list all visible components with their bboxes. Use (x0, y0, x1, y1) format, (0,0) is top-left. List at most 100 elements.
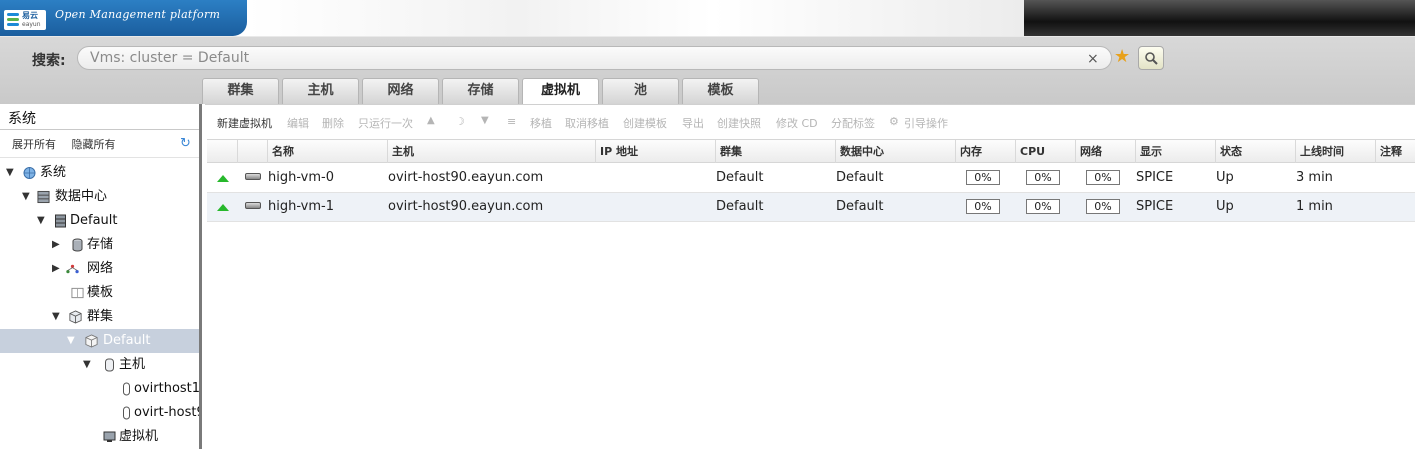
tree-item-host-ovirthost1[interactable]: ovirthost1-p (0, 377, 199, 401)
tree-item-label: 系统 (40, 165, 67, 180)
vm-datacenter: Default (836, 170, 884, 185)
vm-name: high-vm-0 (268, 170, 335, 185)
run-once-button[interactable]: 只运行一次 (358, 115, 413, 131)
expand-toggle-icon[interactable]: ▶ (52, 233, 60, 257)
stop-icon[interactable]: ≡ (507, 115, 516, 128)
system-globe-icon (23, 167, 36, 179)
vm-cluster: Default (716, 199, 764, 214)
vm-main-panel: 新建虚拟机 编辑 删除 只运行一次 ▲ ☽ ▼ ≡ 移植 取消移植 创建模板 导… (205, 104, 1415, 449)
tree-item-storage[interactable]: ▶ 存储 (0, 233, 199, 257)
shutdown-icon[interactable]: ▼ (481, 115, 489, 126)
vm-server-icon (245, 202, 261, 209)
collapse-toggle-icon[interactable]: ▼ (37, 209, 45, 233)
expand-all-link[interactable]: 展开所有 (12, 138, 56, 151)
search-input[interactable]: Vms: cluster = Default (77, 46, 1112, 70)
assign-tags-button[interactable]: 分配标签 (831, 115, 875, 131)
tab-networks[interactable]: 网络 (362, 78, 439, 104)
tree-item-clusters[interactable]: ▼ 群集 (0, 305, 199, 329)
tab-hosts[interactable]: 主机 (282, 78, 359, 104)
tab-virtual-machines[interactable]: 虚拟机 (522, 78, 599, 105)
column-header-memory[interactable]: 内存 (955, 140, 1015, 163)
tree-item-cluster-default[interactable]: ▼ Default (0, 329, 199, 353)
cpu-usage: 0% (1026, 170, 1060, 185)
tree-panel-title: 系统 (8, 111, 36, 127)
type-column-header[interactable] (237, 140, 267, 163)
collapse-toggle-icon[interactable]: ▼ (83, 353, 91, 377)
column-header-status[interactable]: 状态 (1215, 140, 1295, 163)
vm-name: high-vm-1 (268, 199, 335, 214)
column-header-cpu[interactable]: CPU (1015, 140, 1075, 163)
column-header-ip[interactable]: IP 地址 (595, 140, 715, 163)
table-row[interactable]: high-vm-1 ovirt-host90.eayun.com Default… (207, 193, 1415, 222)
migrate-button[interactable]: 移植 (530, 115, 552, 131)
search-icon (1145, 52, 1158, 65)
refresh-icon[interactable]: ↻ (180, 136, 191, 151)
run-icon[interactable]: ▲ (427, 115, 435, 126)
edit-button[interactable]: 编辑 (287, 115, 309, 131)
tree-item-templates[interactable]: 模板 (0, 281, 199, 305)
platform-title: Open Management platform (55, 8, 221, 21)
collapse-all-link[interactable]: 隐藏所有 (72, 138, 116, 151)
tree-item-datacenters[interactable]: ▼ 数据中心 (0, 185, 199, 209)
tree-item-networks[interactable]: ▶ 网络 (0, 257, 199, 281)
column-header-datacenter[interactable]: 数据中心 (835, 140, 955, 163)
tab-templates[interactable]: 模板 (682, 78, 759, 104)
expand-toggle-icon[interactable]: ▶ (52, 257, 60, 281)
tree-item-vms[interactable]: 虚拟机 (0, 425, 199, 449)
remove-button[interactable]: 删除 (322, 115, 344, 131)
vm-group-icon (103, 431, 116, 442)
clear-search-icon[interactable]: × (1087, 51, 1099, 67)
create-snapshot-button[interactable]: 创建快照 (717, 115, 761, 131)
tree-item-label: 群集 (87, 309, 114, 324)
column-header-name[interactable]: 名称 (267, 140, 387, 163)
column-header-network[interactable]: 网络 (1075, 140, 1135, 163)
tab-storage[interactable]: 存储 (442, 78, 519, 104)
export-button[interactable]: 导出 (682, 115, 704, 131)
network-icon (66, 264, 79, 274)
status-column-header[interactable] (207, 140, 237, 163)
cancel-migrate-button[interactable]: 取消移植 (565, 115, 609, 131)
cluster-icon (69, 310, 82, 324)
vm-uptime: 3 min (1296, 170, 1333, 185)
column-header-display[interactable]: 显示 (1135, 140, 1215, 163)
guide-me-icon: ⚙ (889, 115, 899, 128)
search-button[interactable] (1138, 46, 1164, 70)
status-up-icon (217, 175, 229, 182)
tree-item-system[interactable]: ▼ 系统 (0, 161, 199, 185)
tab-clusters[interactable]: 群集 (202, 78, 279, 104)
vm-datacenter: Default (836, 199, 884, 214)
bookmark-star-icon[interactable]: ★ (1114, 47, 1130, 67)
datacenter-icon (37, 190, 50, 204)
tree-item-host-ovirt-host90[interactable]: ovirt-host90 (0, 401, 199, 425)
collapse-toggle-icon[interactable]: ▼ (22, 185, 30, 209)
vm-host: ovirt-host90.eayun.com (388, 199, 544, 214)
tree-item-label: 网络 (87, 261, 114, 276)
network-usage: 0% (1086, 170, 1120, 185)
cluster-default-icon (85, 334, 98, 348)
make-template-button[interactable]: 创建模板 (623, 115, 667, 131)
network-usage: 0% (1086, 199, 1120, 214)
suspend-icon[interactable]: ☽ (455, 115, 465, 128)
brand-name-en: eayun (22, 21, 41, 28)
column-header-comment[interactable]: 注释 (1375, 140, 1415, 163)
column-header-host[interactable]: 主机 (387, 140, 595, 163)
tree-item-label: 虚拟机 (119, 429, 159, 444)
logo-mark-icon: 易云 eayun (4, 10, 46, 30)
guide-me-button[interactable]: 引导操作 (904, 115, 948, 131)
new-vm-button[interactable]: 新建虚拟机 (217, 115, 272, 131)
vm-display: SPICE (1136, 170, 1174, 185)
collapse-toggle-icon[interactable]: ▼ (67, 329, 75, 353)
tree-item-hosts[interactable]: ▼ 主机 (0, 353, 199, 377)
storage-icon (72, 238, 83, 252)
status-up-icon (217, 204, 229, 211)
tree-item-datacenter-default[interactable]: ▼ Default (0, 209, 199, 233)
column-header-cluster[interactable]: 群集 (715, 140, 835, 163)
vm-uptime: 1 min (1296, 199, 1333, 214)
collapse-toggle-icon[interactable]: ▼ (6, 161, 14, 185)
tree-item-label: Default (70, 213, 118, 228)
tab-pools[interactable]: 池 (602, 78, 679, 104)
collapse-toggle-icon[interactable]: ▼ (52, 305, 60, 329)
column-header-uptime[interactable]: 上线时间 (1295, 140, 1375, 163)
table-row[interactable]: high-vm-0 ovirt-host90.eayun.com Default… (207, 164, 1415, 193)
change-cd-button[interactable]: 修改 CD (776, 115, 818, 131)
